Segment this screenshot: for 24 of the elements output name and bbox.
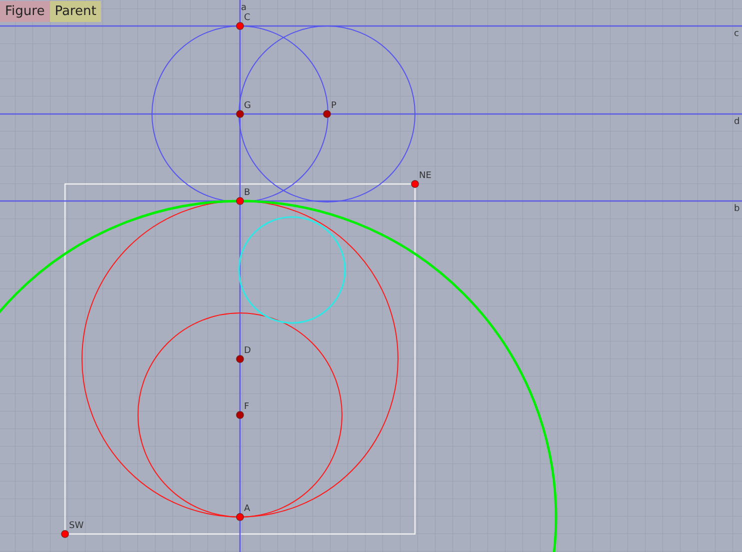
figure-button[interactable]: Figure [0,1,50,22]
point-label: B [244,188,250,198]
line-label: b [734,204,740,214]
line-label: a [241,3,247,13]
parent-button[interactable]: Parent [50,1,102,22]
point-label: NE [419,171,432,181]
point-label: SW [69,521,84,531]
point-label: D [244,346,251,356]
point-marker[interactable] [236,513,244,521]
point-label: P [331,101,336,111]
point-label: G [244,101,251,111]
point-marker[interactable] [236,355,244,363]
point-marker[interactable] [236,22,244,30]
point-marker[interactable] [236,411,244,419]
point-label: A [244,504,250,514]
point-marker[interactable] [236,110,244,118]
point-marker[interactable] [236,197,244,205]
point-label: F [244,402,250,412]
point-marker[interactable] [61,530,69,538]
point-label: C [244,13,250,23]
point-marker[interactable] [323,110,331,118]
line-label: c [734,29,739,39]
line-label: d [734,117,740,127]
point-marker[interactable] [411,180,419,188]
